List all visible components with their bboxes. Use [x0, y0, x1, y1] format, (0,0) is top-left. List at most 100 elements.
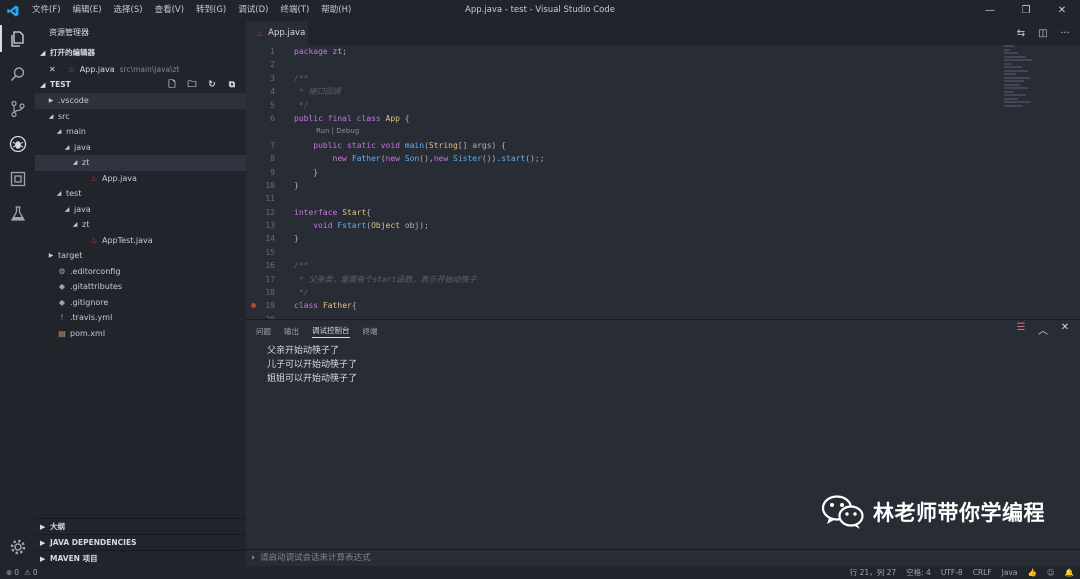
tree-item[interactable]: ◢ src: [35, 109, 246, 125]
menu-bar: 文件(F) 编辑(E) 选择(S) 查看(V) 转到(G) 调试(D) 终端(T) 帮助(H): [26, 0, 357, 21]
tree-item[interactable]: ◢ java: [35, 202, 246, 218]
cursor-position[interactable]: 行 21，列 27: [850, 567, 896, 578]
tree-item[interactable]: ◢ zt: [35, 155, 246, 171]
close-icon[interactable]: ✕: [49, 65, 56, 74]
chevron-right-icon: ›: [251, 553, 255, 563]
line-ending[interactable]: CRLF: [973, 568, 992, 577]
tree-item-label: .gitattributes: [70, 282, 123, 292]
refresh-icon[interactable]: ↻: [202, 77, 222, 93]
tree-item-label: .gitignore: [70, 297, 109, 307]
tree-item[interactable]: ◢ test: [35, 186, 246, 202]
smiley-icon[interactable]: ☺: [1047, 568, 1055, 577]
menu-item[interactable]: 文件(F): [26, 0, 67, 21]
bottom-panel: 问题 输出 调试控制台 终端 ☰ ︿ ✕ 父亲开始动筷子了 儿子可以开始动筷子了 姐姐可以…: [246, 319, 1080, 566]
open-editor-name: App.java: [79, 64, 115, 74]
thumbs-up-icon[interactable]: 👍: [1027, 568, 1036, 577]
tree-item[interactable]: ! .travis.yml: [35, 310, 246, 326]
wechat-logo-icon: [821, 495, 864, 529]
encoding[interactable]: UTF-8: [941, 568, 963, 577]
explorer-icon[interactable]: [0, 21, 35, 56]
project-header[interactable]: ◢ TEST 🗋 🗀 ↻ ⧉: [35, 77, 246, 93]
settings-icon[interactable]: [0, 529, 35, 564]
activity-bar: [0, 21, 35, 566]
repl-input[interactable]: [260, 553, 760, 563]
tree-item[interactable]: ◆ .gitattributes: [35, 279, 246, 295]
tab-app-java[interactable]: ♨ App.java: [246, 21, 308, 45]
restore-icon[interactable]: ❐: [1008, 0, 1044, 21]
clear-console-icon[interactable]: ☰: [1010, 322, 1032, 337]
menu-item[interactable]: 转到(G): [190, 0, 232, 21]
open-changes-icon[interactable]: ⇆: [1010, 28, 1032, 39]
chevron-down-icon: ◢: [64, 143, 70, 151]
tree-item[interactable]: ◢ java: [35, 140, 246, 156]
tree-item[interactable]: ◢ main: [35, 124, 246, 140]
panel-tabs: 问题 输出 调试控制台 终端: [246, 320, 1080, 342]
source-control-icon[interactable]: [0, 91, 35, 126]
tree-item[interactable]: ▤ pom.xml: [35, 326, 246, 342]
yaml-icon: !: [60, 313, 64, 323]
tree-item[interactable]: ▶ .vscode: [35, 93, 246, 109]
tree-item[interactable]: ♨ AppTest.java: [35, 233, 246, 249]
sidebar-section-header[interactable]: ▶ JAVA DEPENDENCIES: [35, 534, 246, 550]
notifications-icon[interactable]: 🔔: [1065, 568, 1074, 577]
run-debug-codelens[interactable]: Run | Debug: [294, 125, 545, 138]
git-icon: ◆: [58, 282, 66, 292]
sidebar-section-header[interactable]: ▶ MAVEN 项目: [35, 550, 246, 566]
debug-console-output: 父亲开始动筷子了 儿子可以开始动筷子了 姐姐可以开始动筷子了: [267, 344, 357, 386]
java-file-icon: ♨: [90, 235, 98, 245]
menu-item[interactable]: 调试(D): [232, 0, 274, 21]
maximize-panel-icon[interactable]: ︿: [1032, 322, 1054, 337]
search-icon[interactable]: [0, 56, 35, 91]
indentation[interactable]: 空格: 4: [906, 567, 931, 578]
tree-item[interactable]: ◆ .gitignore: [35, 295, 246, 311]
tree-item[interactable]: ▶ target: [35, 248, 246, 264]
file-tree: ▶ .vscode ◢ src ◢ main ◢ java ◢ zt ♨ App.java ◢ test ◢…: [35, 93, 246, 341]
tree-item-label: .editorconfig: [70, 266, 121, 276]
menu-item[interactable]: 查看(V): [149, 0, 190, 21]
panel-tab[interactable]: 调试控制台: [312, 325, 350, 338]
open-editors-header[interactable]: ◢ 打开的编辑器: [35, 45, 246, 61]
tree-item[interactable]: ⚙ .editorconfig: [35, 264, 246, 280]
minimap[interactable]: [1004, 45, 1034, 125]
tree-item-label: pom.xml: [70, 328, 106, 338]
extensions-icon[interactable]: [0, 161, 35, 196]
java-file-icon: ♨: [68, 64, 76, 74]
tree-item-label: zt: [82, 220, 90, 230]
tree-item-label: target: [58, 251, 83, 261]
problems-indicator[interactable]: ⊗ 0 ⚠ 0: [0, 568, 38, 577]
close-icon[interactable]: ✕: [1044, 0, 1080, 21]
tree-item[interactable]: ◢ zt: [35, 217, 246, 233]
title-bar: 文件(F) 编辑(E) 选择(S) 查看(V) 转到(G) 调试(D) 终端(T) 帮助(H)…: [0, 0, 1080, 21]
breakpoint-icon[interactable]: [251, 303, 256, 308]
tree-item-label: java: [74, 142, 91, 152]
collapse-all-icon[interactable]: ⧉: [222, 77, 242, 93]
language-mode[interactable]: Java: [1002, 568, 1018, 577]
minimize-icon[interactable]: —: [972, 0, 1008, 21]
new-file-icon[interactable]: 🗋: [162, 77, 182, 93]
panel-tab[interactable]: 问题: [256, 326, 271, 337]
menu-item[interactable]: 选择(S): [108, 0, 149, 21]
watermark-text: 林老师带你学编程: [873, 501, 1045, 525]
code-editor[interactable]: 123456 7891011121314151617181920 package…: [246, 45, 1080, 319]
new-folder-icon[interactable]: 🗀: [182, 77, 202, 93]
debug-icon[interactable]: [0, 126, 35, 161]
error-icon: ⊗: [6, 568, 13, 577]
panel-tab[interactable]: 终端: [363, 326, 378, 337]
tree-item[interactable]: ♨ App.java: [35, 171, 246, 187]
sidebar-section-header[interactable]: ▶ 大纲: [35, 518, 246, 534]
tree-item-label: java: [74, 204, 91, 214]
warning-icon: ⚠: [24, 568, 31, 577]
menu-item[interactable]: 终端(T): [274, 0, 315, 21]
menu-item[interactable]: 帮助(H): [315, 0, 357, 21]
chevron-right-icon: ▶: [40, 554, 46, 563]
split-editor-icon[interactable]: ◫: [1032, 28, 1054, 39]
panel-tab[interactable]: 输出: [284, 326, 299, 337]
chevron-right-icon: ▶: [40, 538, 46, 547]
more-actions-icon[interactable]: ···: [1054, 28, 1076, 39]
close-panel-icon[interactable]: ✕: [1054, 322, 1076, 337]
test-icon[interactable]: [0, 196, 35, 231]
menu-item[interactable]: 编辑(E): [67, 0, 108, 21]
open-editor-item[interactable]: ✕ ♨ App.java src\main\java\zt: [35, 61, 246, 77]
console-line: 父亲开始动筷子了: [267, 346, 340, 356]
tree-item-label: main: [66, 127, 86, 137]
